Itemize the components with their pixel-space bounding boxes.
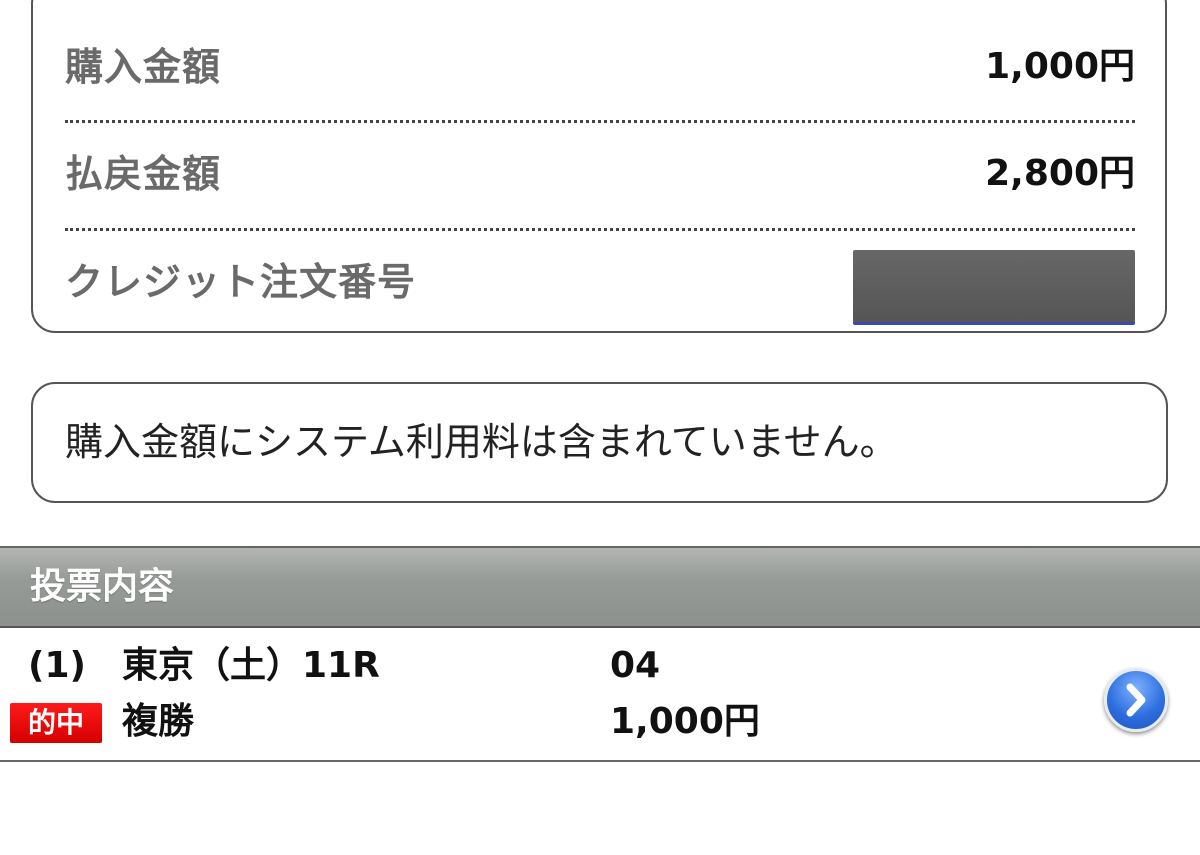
- system-fee-notice: 購入金額にシステム利用料は含まれていません。: [31, 382, 1168, 503]
- chevron-right-icon: [1126, 683, 1146, 717]
- bet-index: (1): [28, 645, 86, 686]
- bet-content-title: 投票内容: [30, 566, 175, 607]
- bet-row[interactable]: (1) 東京（土）11R 04 的中 複勝 1,000円: [0, 628, 1200, 762]
- payout-amount-label: 払戻金額: [65, 152, 222, 196]
- race-name: 東京（土）11R: [122, 645, 380, 686]
- bet-type: 複勝: [122, 701, 195, 742]
- page: 購入金額 1,000円 払戻金額 2,800円 クレジット注文番号 購入金額にシ…: [0, 0, 1200, 855]
- detail-button[interactable]: [1104, 668, 1168, 732]
- divider: [65, 228, 1135, 231]
- purchase-amount-label: 購入金額: [65, 45, 222, 89]
- system-fee-notice-text: 購入金額にシステム利用料は含まれていません。: [65, 420, 898, 464]
- divider: [65, 120, 1135, 123]
- horse-number: 04: [610, 645, 661, 686]
- hit-badge: 的中: [10, 703, 102, 743]
- summary-card: 購入金額 1,000円 払戻金額 2,800円 クレジット注文番号: [31, 0, 1167, 333]
- purchase-amount-row: 購入金額 1,000円: [65, 37, 1135, 97]
- bet-amount: 1,000円: [610, 701, 760, 742]
- credit-order-number-label: クレジット注文番号: [65, 260, 417, 304]
- redacted-order-number: [853, 250, 1135, 322]
- payout-amount-row: 払戻金額 2,800円: [65, 144, 1135, 204]
- purchase-amount-value: 1,000円: [985, 46, 1135, 87]
- payout-amount-value: 2,800円: [985, 153, 1135, 194]
- bet-content-header: 投票内容: [0, 546, 1200, 628]
